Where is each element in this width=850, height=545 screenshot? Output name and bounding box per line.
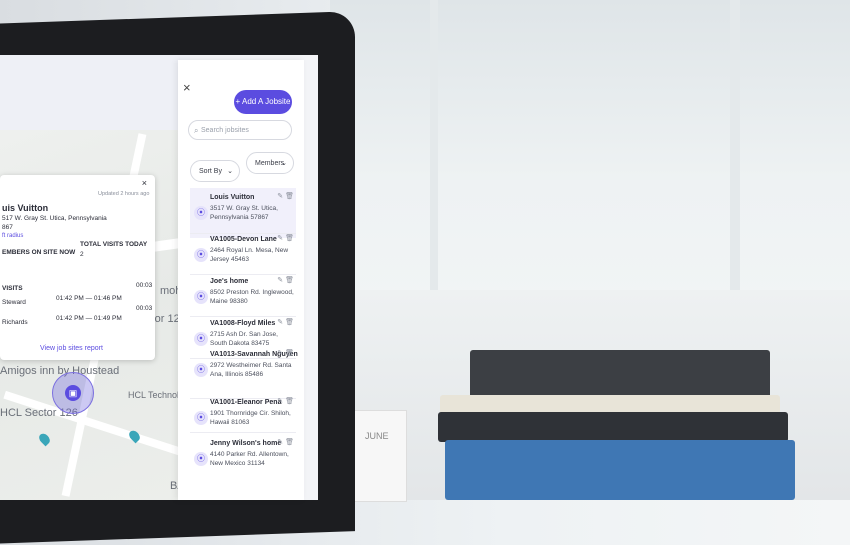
updated-text: Updated 2 hours ago xyxy=(98,191,150,197)
jobsite-item[interactable]: ⦿ Jenny Wilson's home 4140 Parker Rd. Al… xyxy=(190,434,296,484)
calendar: JUNE xyxy=(350,410,407,502)
visits-label: VISITS xyxy=(2,285,23,292)
book xyxy=(470,350,770,398)
calendar-month: JUNE xyxy=(365,431,389,441)
jobsite-address: 4140 Parker Rd. Allentown, New Mexico 31… xyxy=(210,451,289,467)
chevron-down-icon: ⌄ xyxy=(227,168,233,175)
jobsite-address: 3517 W. Gray St. Utica, Pennsylvania 578… xyxy=(210,205,278,221)
window-frame xyxy=(730,0,740,290)
jobsite-address: 8502 Preston Rd. Inglewood, Maine 98380 xyxy=(210,289,294,305)
close-icon[interactable]: × xyxy=(142,178,147,188)
jobsite-info-card: × uis Vuitton Updated 2 hours ago 517 W.… xyxy=(0,175,155,360)
total-visits-value: 2 xyxy=(80,251,84,258)
app-header xyxy=(0,55,190,130)
jobsite-address: 2972 Westheimer Rd. Santa Ana, Illinois … xyxy=(210,362,292,378)
location-pin-icon: ⦿ xyxy=(194,248,208,262)
members-label: Members xyxy=(255,160,285,167)
radius-text: ft radius xyxy=(2,233,24,239)
card-address: 517 W. Gray St. Utica, Pennsylvania xyxy=(2,215,107,222)
jobsite-address: 2464 Royal Ln. Mesa, New Jersey 45463 xyxy=(210,247,289,263)
search-input[interactable]: ⌕ Search jobsites xyxy=(188,120,292,140)
location-pin-icon: ⦿ xyxy=(194,411,208,425)
location-pin-icon: ⦿ xyxy=(194,332,208,346)
add-jobsite-label: Add A Jobsite xyxy=(241,97,291,106)
background-window xyxy=(330,0,850,300)
visitor-name: Steward xyxy=(2,299,26,306)
jobsite-name: VA1005-Devon Lane xyxy=(210,236,277,243)
members-select[interactable]: Members ⌄ xyxy=(246,152,294,174)
jobsite-address: 1901 Thornridge Cir. Shiloh, Hawaii 8106… xyxy=(210,410,291,426)
visit-duration: 00:03 xyxy=(136,282,153,289)
search-icon: ⌕ xyxy=(194,126,199,135)
jobsite-name: Jenny Wilson's home xyxy=(210,440,282,447)
visit-duration: 00:03 xyxy=(136,305,153,312)
edit-delete-icons[interactable]: ✎ 🗑 xyxy=(277,234,294,242)
book xyxy=(445,440,795,500)
edit-delete-icons[interactable]: ✎ 🗑 xyxy=(277,192,294,200)
jobsite-name: Joe's home xyxy=(210,278,249,285)
visitor-name: Richards xyxy=(2,319,28,326)
edit-delete-icons[interactable]: ✎ 🗑 xyxy=(277,276,294,284)
jobsite-name: VA1008-Floyd Miles xyxy=(210,320,276,327)
edit-delete-icons[interactable]: ✎ 🗑 xyxy=(277,438,294,446)
sort-by-select[interactable]: Sort By ⌄ xyxy=(190,160,240,182)
location-pin-icon: ⦿ xyxy=(194,363,208,377)
members-label: EMBERS ON SITE NOW xyxy=(2,249,76,256)
building-icon: ▣ xyxy=(65,385,81,401)
search-placeholder: Search jobsites xyxy=(201,127,249,134)
book xyxy=(438,412,788,442)
card-title: uis Vuitton xyxy=(2,203,49,213)
edit-delete-icons[interactable]: ✎ 🗑 xyxy=(277,397,294,405)
chevron-down-icon: ⌄ xyxy=(281,160,287,167)
sort-by-label: Sort By xyxy=(199,168,222,175)
edit-delete-icons[interactable]: ✎ 🗑 xyxy=(277,349,294,357)
jobsite-name: VA1001-Eleanor Pena xyxy=(210,399,282,406)
jobsite-item[interactable]: ⦿ VA1013-Savannah Nguyen 2972 Westheimer… xyxy=(190,345,298,395)
add-jobsite-button[interactable]: + Add A Jobsite xyxy=(234,90,292,114)
visit-time: 01:42 PM — 01:49 PM xyxy=(56,315,122,322)
close-icon[interactable]: × xyxy=(183,80,191,95)
jobsite-marker[interactable]: ▣ xyxy=(52,372,94,414)
total-visits-label: TOTAL VISITS TODAY xyxy=(80,241,148,248)
job-sites-report-link[interactable]: View job sites report xyxy=(40,345,103,352)
visit-time: 01:42 PM — 01:46 PM xyxy=(56,295,122,302)
divider xyxy=(190,432,296,433)
map-road xyxy=(3,390,187,458)
card-address-line2: 867 xyxy=(2,224,13,231)
jobsite-name: Louis Vuitton xyxy=(210,194,255,201)
location-pin-icon: ⦿ xyxy=(194,206,208,220)
edit-delete-icons[interactable]: ✎ 🗑 xyxy=(277,318,294,326)
window-frame xyxy=(430,0,438,290)
location-pin-icon: ⦿ xyxy=(194,452,208,466)
location-pin-icon: ⦿ xyxy=(194,290,208,304)
